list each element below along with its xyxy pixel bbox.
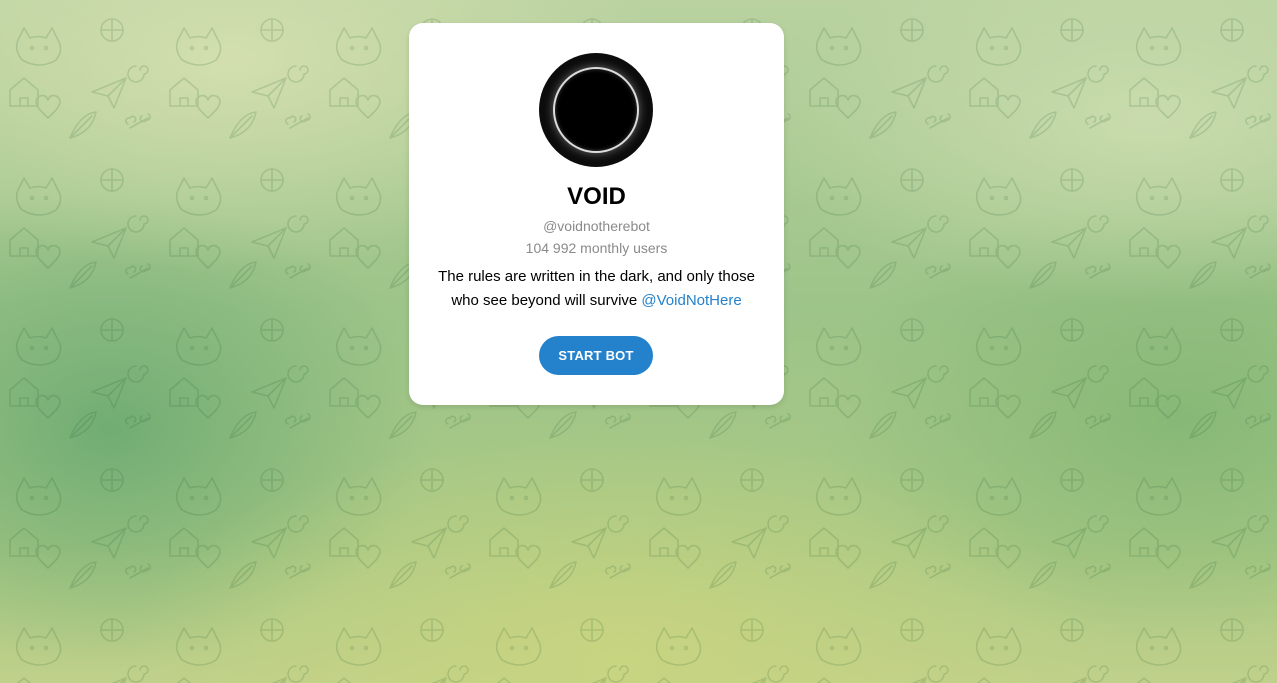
bot-description: The rules are written in the dark, and o…	[431, 265, 762, 313]
start-bot-button[interactable]: START BOT	[539, 336, 653, 375]
void-circle-avatar-icon	[553, 67, 639, 153]
bot-username: @voidnotherebot	[543, 218, 650, 234]
description-channel-link[interactable]: @VoidNotHere	[641, 292, 741, 309]
bot-avatar	[539, 53, 653, 167]
bot-profile-card: VOID @voidnotherebot 104 992 monthly use…	[409, 23, 784, 405]
bot-name: VOID	[567, 183, 626, 210]
monthly-users-count: 104 992 monthly users	[525, 240, 668, 256]
